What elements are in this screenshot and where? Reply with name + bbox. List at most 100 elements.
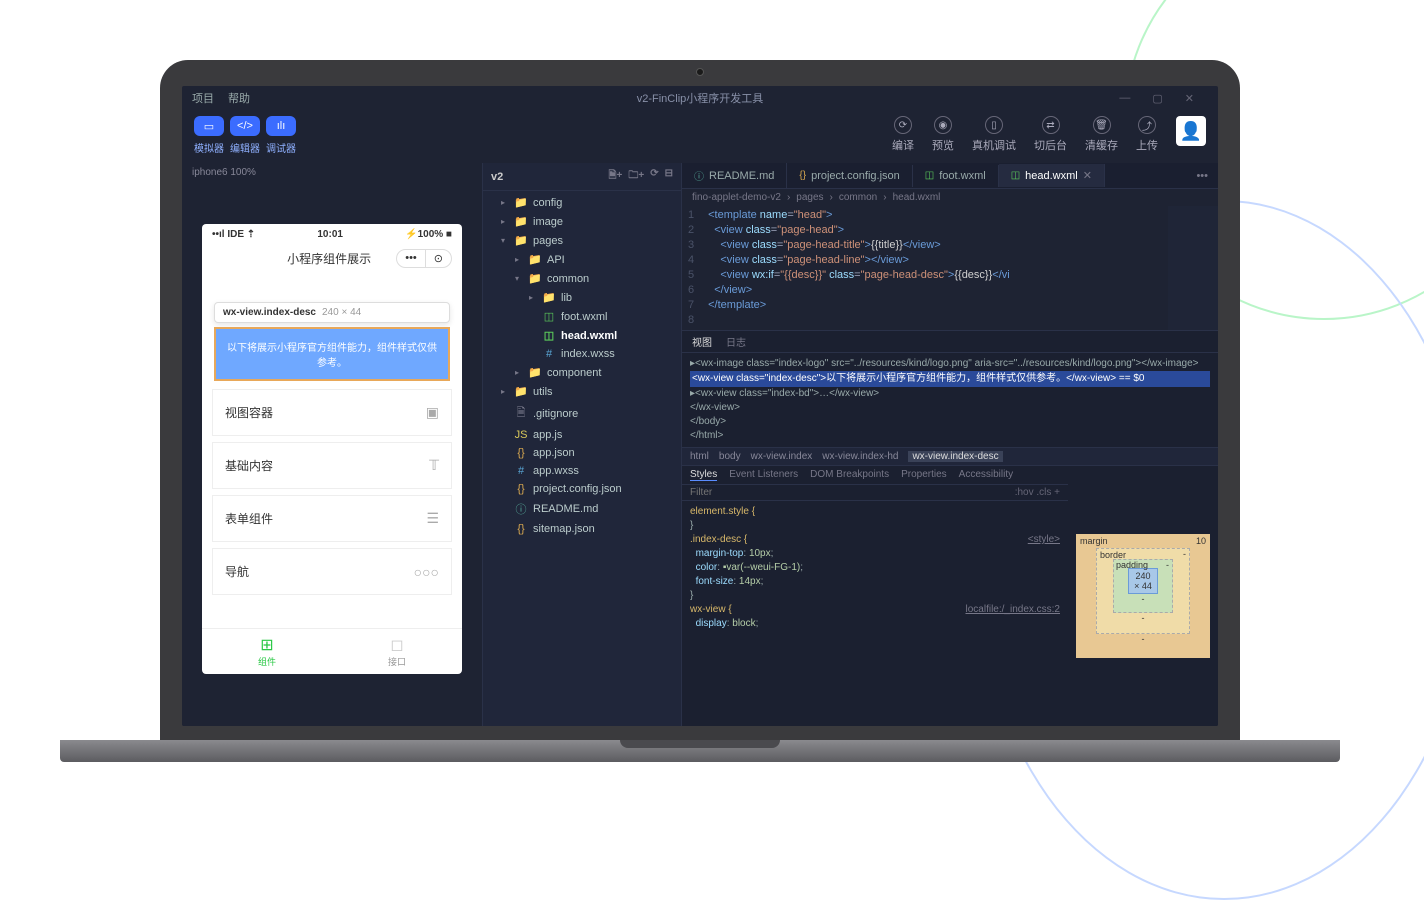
- tree-node-config[interactable]: ▸📁config: [483, 193, 681, 212]
- phone-icon: ▯: [985, 116, 1003, 134]
- tree-node-README-md[interactable]: ⓘREADME.md: [483, 498, 681, 520]
- tree-node-component[interactable]: ▸📁component: [483, 363, 681, 382]
- trash-icon: 🗑: [1093, 116, 1111, 134]
- styles-rules[interactable]: element.style { } .index-desc {<style> m…: [682, 501, 1068, 726]
- devtools-panel: 视图 日志 ▸<wx-image class="index-logo" src=…: [682, 330, 1218, 726]
- dots-icon: ○○○: [414, 564, 439, 580]
- devtools-tab-view[interactable]: 视图: [692, 334, 712, 349]
- tree-node-sitemap-json[interactable]: {}sitemap.json: [483, 520, 681, 538]
- eye-icon: ◉: [934, 116, 952, 134]
- tree-node-foot-wxml[interactable]: ◫foot.wxml: [483, 307, 681, 326]
- menu-project[interactable]: 项目: [192, 90, 214, 106]
- menu-item-form[interactable]: 表单组件☰: [212, 495, 452, 542]
- new-folder-icon[interactable]: 🗀+: [628, 168, 644, 185]
- box-model: 10 - - 240 × 44 - - -: [1068, 466, 1218, 726]
- mode-debugger[interactable]: ılı调试器: [266, 116, 296, 155]
- grid-icon: ⊞: [202, 635, 332, 655]
- tree-node-head-wxml[interactable]: ◫head.wxml: [483, 326, 681, 345]
- tree-node-project-config-json[interactable]: {}project.config.json: [483, 480, 681, 498]
- more-icon[interactable]: •••: [397, 250, 426, 267]
- inspect-tooltip: wx-view.index-desc240 × 44: [214, 302, 450, 323]
- tab-api[interactable]: ◻接口: [332, 629, 462, 674]
- menu-item-navigation[interactable]: 导航○○○: [212, 548, 452, 595]
- close-circle-icon[interactable]: ⊙: [426, 250, 451, 267]
- app-title: 小程序组件展示: [262, 250, 396, 267]
- upload-icon: ⤴: [1138, 116, 1156, 134]
- tree-node-index-wxss[interactable]: #index.wxss: [483, 345, 681, 363]
- editor-tabs: ⓘREADME.md{}project.config.json◫foot.wxm…: [682, 163, 1218, 189]
- tree-node-app-json[interactable]: {}app.json: [483, 444, 681, 462]
- tree-node-utils[interactable]: ▸📁utils: [483, 382, 681, 401]
- tab-dom-breakpoints[interactable]: DOM Breakpoints: [810, 469, 889, 481]
- tree-node-API[interactable]: ▸📁API: [483, 250, 681, 269]
- tab-components[interactable]: ⊞组件: [202, 629, 332, 674]
- styles-filter-controls[interactable]: :hov .cls +: [1015, 487, 1060, 498]
- close-tab-icon[interactable]: ✕: [1083, 169, 1092, 182]
- menu-item-basic-content[interactable]: 基础内容𝕋: [212, 442, 452, 489]
- action-background[interactable]: ⇄切后台: [1034, 116, 1067, 153]
- file-explorer: v2 🗎+ 🗀+ ⟳ ⊟ ▸📁config▸📁image▾📁pages▸📁API…: [482, 163, 682, 726]
- phone-preview: ••ıl IDE ⇡ 10:01 ⚡100% ■ 小程序组件展示 •••⊙ wx…: [202, 224, 462, 674]
- breadcrumb: fino-applet-demo-v2›pages›common›head.wx…: [682, 189, 1218, 206]
- laptop-frame: 项目 帮助 v2-FinClip小程序开发工具 — ▢ ✕ ▭模拟器 </>编辑…: [160, 60, 1240, 762]
- editor-tab-head-wxml[interactable]: ◫head.wxml✕: [999, 164, 1105, 187]
- tree-node-image[interactable]: ▸📁image: [483, 212, 681, 231]
- tab-styles[interactable]: Styles: [690, 469, 717, 481]
- window-title: v2-FinClip小程序开发工具: [637, 90, 764, 106]
- collapse-icon[interactable]: ⊟: [665, 168, 673, 185]
- capsule-menu[interactable]: •••⊙: [396, 249, 452, 268]
- switch-icon: ⇄: [1042, 116, 1060, 134]
- tab-event-listeners[interactable]: Event Listeners: [729, 469, 798, 481]
- editor-tab-foot-wxml[interactable]: ◫foot.wxml: [913, 165, 999, 187]
- tree-node--gitignore[interactable]: 🗎.gitignore: [483, 401, 681, 426]
- new-file-icon[interactable]: 🗎+: [608, 168, 622, 185]
- tree-node-app-wxss[interactable]: #app.wxss: [483, 462, 681, 480]
- line-gutter: 12345678: [682, 206, 704, 330]
- minimize-icon[interactable]: —: [1119, 92, 1130, 105]
- phone-status-bar: ••ıl IDE ⇡ 10:01 ⚡100% ■: [202, 224, 462, 245]
- action-remote[interactable]: ▯真机调试: [972, 116, 1016, 153]
- tab-properties[interactable]: Properties: [901, 469, 947, 481]
- compile-icon: ⟳: [894, 116, 912, 134]
- container-icon: ▣: [426, 404, 439, 421]
- editor-tab-README-md[interactable]: ⓘREADME.md: [682, 163, 787, 188]
- simulator-panel: iphone6 100% ••ıl IDE ⇡ 10:01 ⚡100% ■ 小程…: [182, 163, 482, 726]
- close-icon[interactable]: ✕: [1185, 92, 1194, 105]
- project-root-label: v2: [491, 171, 503, 183]
- action-preview[interactable]: ◉预览: [932, 116, 954, 153]
- editor-tab-project-config-json[interactable]: {}project.config.json: [787, 165, 912, 187]
- text-icon: 𝕋: [429, 457, 439, 474]
- minimap[interactable]: [1168, 206, 1218, 330]
- mode-simulator[interactable]: ▭模拟器: [194, 116, 224, 155]
- toolbar: ▭模拟器 </>编辑器 ılı调试器 ⟳编译 ◉预览 ▯真机调试 ⇄切后台 🗑清…: [182, 110, 1218, 163]
- selected-element[interactable]: 以下将展示小程序官方组件能力，组件样式仅供参考。: [214, 327, 450, 381]
- camera-dot: [696, 68, 704, 76]
- window-controls: — ▢ ✕: [1119, 92, 1208, 105]
- maximize-icon[interactable]: ▢: [1152, 92, 1162, 105]
- refresh-icon[interactable]: ⟳: [650, 168, 658, 185]
- code-body[interactable]: <template name="head"> <view class="page…: [704, 206, 1014, 330]
- simulator-device-label: iphone6 100%: [182, 163, 482, 182]
- tree-node-lib[interactable]: ▸📁lib: [483, 288, 681, 307]
- tree-node-app-js[interactable]: JSapp.js: [483, 426, 681, 444]
- tree-node-pages[interactable]: ▾📁pages: [483, 231, 681, 250]
- action-upload[interactable]: ⤴上传: [1136, 116, 1158, 153]
- laptop-base: [60, 740, 1340, 762]
- user-avatar[interactable]: 👤: [1176, 116, 1206, 146]
- action-compile[interactable]: ⟳编译: [892, 116, 914, 153]
- action-clear-cache[interactable]: 🗑清缓存: [1085, 116, 1118, 153]
- dom-tree[interactable]: ▸<wx-image class="index-logo" src="../re…: [682, 353, 1218, 447]
- tree-node-common[interactable]: ▾📁common: [483, 269, 681, 288]
- dom-breadcrumb: html body wx-view.index wx-view.index-hd…: [682, 447, 1218, 466]
- tab-accessibility[interactable]: Accessibility: [959, 469, 1013, 481]
- devtools-tab-log[interactable]: 日志: [726, 334, 746, 349]
- menu-help[interactable]: 帮助: [228, 90, 250, 106]
- tabs-overflow-icon[interactable]: •••: [1186, 165, 1218, 187]
- styles-filter-input[interactable]: [690, 487, 1015, 498]
- list-icon: ☰: [426, 510, 439, 527]
- menu-item-view-container[interactable]: 视图容器▣: [212, 389, 452, 436]
- dom-selected-node[interactable]: <wx-view class="index-desc">以下将展示小程序官方组件…: [690, 371, 1210, 387]
- api-icon: ◻: [332, 635, 462, 655]
- code-editor[interactable]: 12345678 <template name="head"> <view cl…: [682, 206, 1218, 330]
- mode-editor[interactable]: </>编辑器: [230, 116, 260, 155]
